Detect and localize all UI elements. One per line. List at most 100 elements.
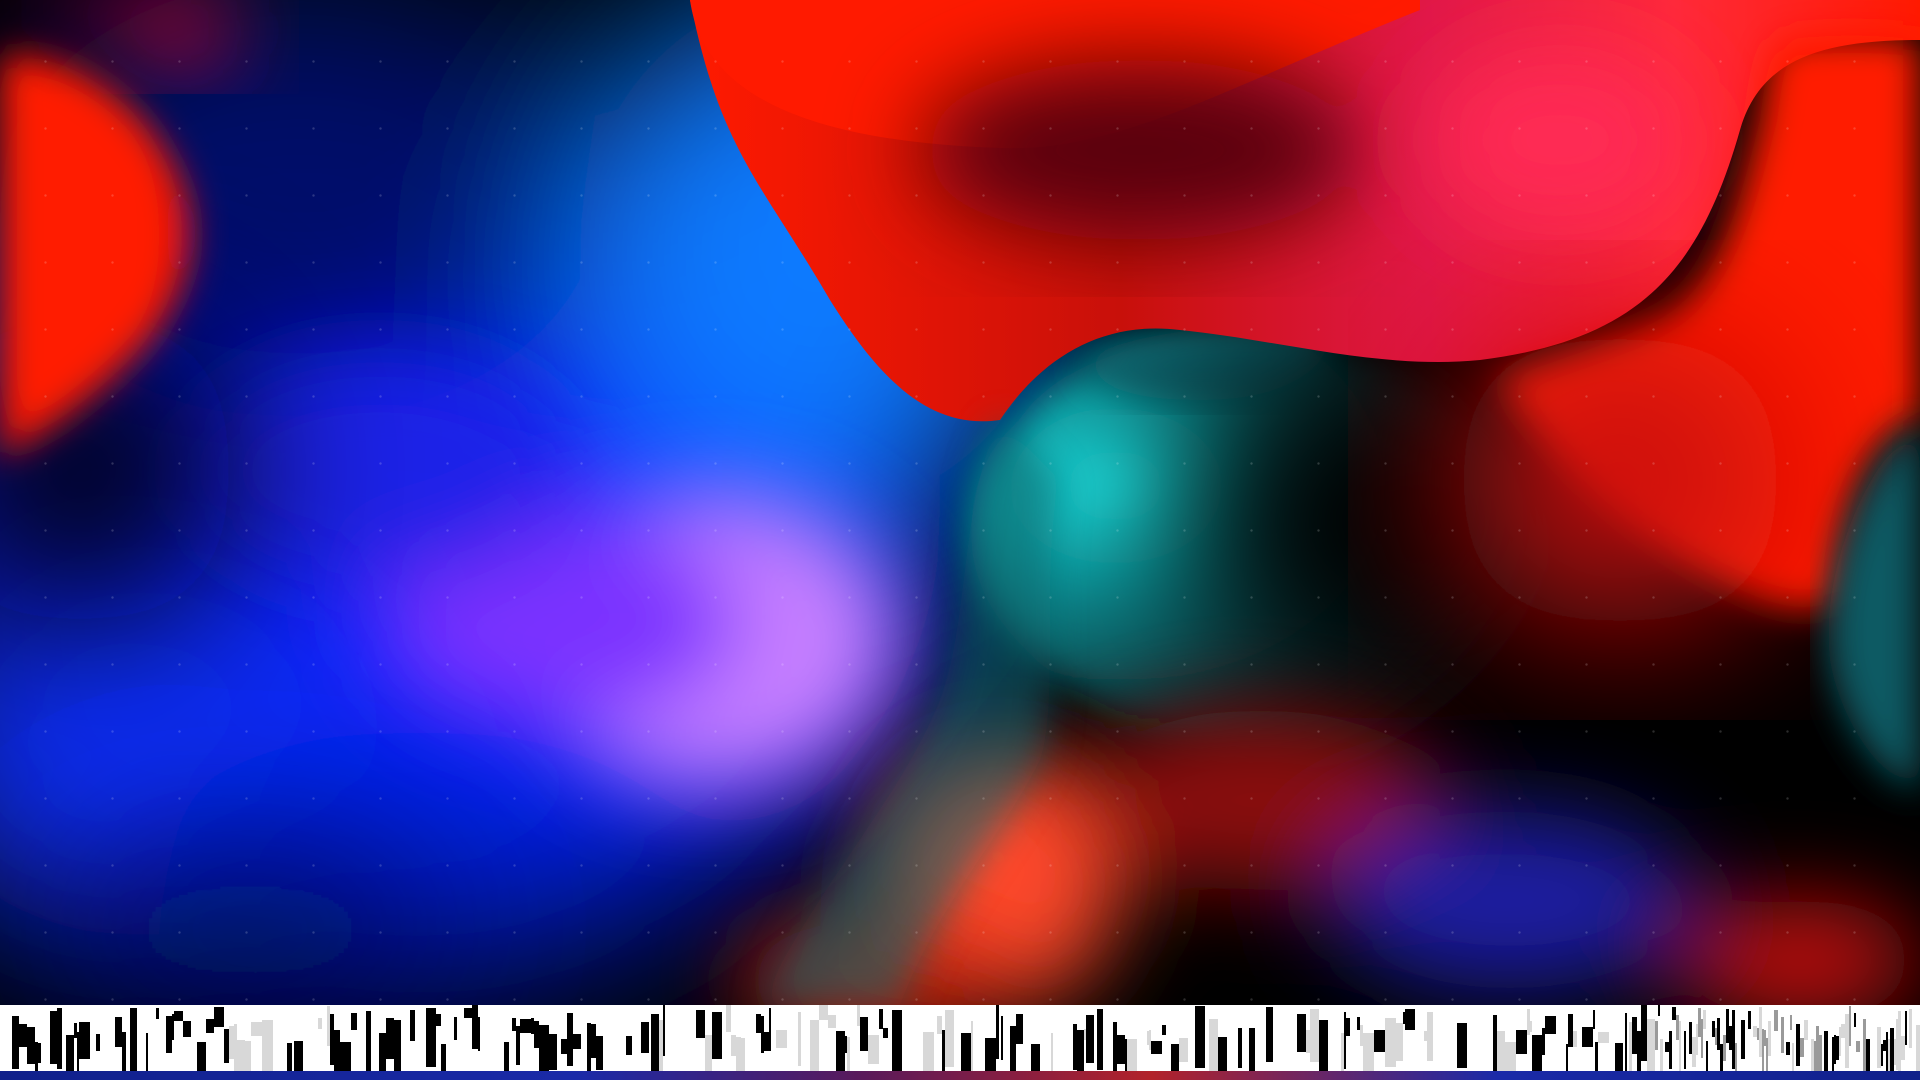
glitch-segment bbox=[1457, 1023, 1467, 1068]
glitch-segment bbox=[1669, 1031, 1672, 1069]
glitch-segment bbox=[386, 1018, 394, 1059]
glitch-segment bbox=[159, 1038, 166, 1056]
glitch-segment bbox=[122, 1032, 126, 1071]
glitch-segment bbox=[539, 1025, 549, 1071]
glitch-segment bbox=[1279, 1024, 1286, 1071]
glitch-segment bbox=[1227, 1034, 1238, 1071]
glitch-segment bbox=[410, 1010, 415, 1041]
glitch-segment bbox=[1137, 1025, 1147, 1071]
glitch-segment bbox=[679, 1015, 686, 1051]
glitch-segment bbox=[1708, 1044, 1712, 1071]
glitch-segment bbox=[197, 1042, 206, 1071]
glitch-segment bbox=[819, 1005, 828, 1020]
glitch-segment bbox=[603, 1008, 612, 1071]
glitch-segment bbox=[130, 1008, 137, 1071]
glitch-segment bbox=[520, 1019, 531, 1033]
glitch-segment bbox=[596, 1036, 603, 1070]
glitch-segment bbox=[726, 1005, 731, 1032]
glitch-segment bbox=[351, 1013, 357, 1030]
glitch-segment bbox=[776, 1030, 787, 1048]
glitch-segment bbox=[1062, 1021, 1073, 1061]
glitch-segment bbox=[19, 1024, 27, 1047]
glitch-segment bbox=[1615, 1043, 1623, 1071]
glitch-segment bbox=[1171, 1044, 1179, 1071]
glitch-segment bbox=[504, 1042, 509, 1071]
glitch-segment bbox=[206, 1019, 214, 1033]
desktop-wallpaper bbox=[0, 0, 1920, 1005]
glitch-segment bbox=[945, 1010, 954, 1067]
glitch-segment bbox=[1505, 1042, 1516, 1071]
glitch-segment bbox=[1310, 1009, 1319, 1062]
glitch-segment bbox=[1209, 1019, 1218, 1071]
glitch-segment bbox=[251, 1022, 262, 1036]
glitch-segment bbox=[1582, 1027, 1593, 1047]
glitch-segment bbox=[27, 1027, 35, 1064]
glitch-segment bbox=[696, 1010, 705, 1038]
glitch-segment bbox=[415, 1041, 426, 1071]
glitch-segment bbox=[1385, 1018, 1396, 1067]
glitch-segment bbox=[1195, 1006, 1205, 1068]
glitch-segment bbox=[1003, 1006, 1010, 1058]
glitch-segment bbox=[379, 1033, 386, 1071]
glitch-segment bbox=[1595, 1042, 1598, 1071]
glitch-segment bbox=[1655, 1021, 1658, 1050]
glitch-segment bbox=[904, 1041, 911, 1060]
glitch-segment bbox=[961, 1033, 971, 1071]
glitch-segment bbox=[985, 1038, 996, 1071]
glitch-segment bbox=[1127, 1039, 1137, 1071]
glitch-segment bbox=[436, 1014, 441, 1026]
glitch-segment bbox=[401, 1026, 410, 1070]
glitch-segment bbox=[1374, 1030, 1385, 1052]
glitch-segment bbox=[1786, 1042, 1790, 1055]
glitch-segment bbox=[509, 1033, 512, 1043]
glitch-segment bbox=[1532, 1035, 1542, 1071]
bottom-color-line bbox=[0, 1071, 1920, 1080]
glitch-segment bbox=[914, 1034, 923, 1059]
glitch-segment bbox=[322, 1027, 324, 1071]
glitch-segment bbox=[1117, 1035, 1125, 1064]
glitch-segment bbox=[1444, 1033, 1455, 1071]
glitch-segment bbox=[892, 1010, 902, 1071]
glitch-segment bbox=[1188, 1043, 1195, 1071]
glitch-segment bbox=[1179, 1038, 1188, 1062]
glitch-segment bbox=[1467, 1037, 1476, 1066]
glitch-segment bbox=[712, 1012, 722, 1059]
glitch-segment bbox=[1593, 1010, 1595, 1029]
glitch-segment bbox=[464, 1008, 472, 1018]
glitch-segment bbox=[1658, 1005, 1660, 1016]
glitch-segment bbox=[490, 1041, 499, 1052]
glitch-segment bbox=[394, 1020, 401, 1071]
glitch-segment bbox=[1774, 1010, 1778, 1031]
glitch-segment bbox=[1516, 1030, 1527, 1054]
glitch-segment bbox=[1363, 1033, 1374, 1071]
glitch-segment bbox=[1040, 1033, 1051, 1071]
glitch-segment bbox=[1476, 1033, 1484, 1043]
glitch-segment bbox=[836, 1031, 845, 1071]
glitch-segment bbox=[1332, 1038, 1338, 1071]
glitch-segment bbox=[308, 1011, 318, 1048]
glitch-segment bbox=[115, 1017, 122, 1047]
glitch-segment bbox=[1255, 1023, 1266, 1041]
glitch-segment bbox=[688, 1040, 696, 1071]
glitch-segment bbox=[441, 1044, 446, 1071]
glitch-segment bbox=[973, 1022, 979, 1041]
glitch-segment bbox=[1266, 1007, 1273, 1062]
glitch-segment bbox=[573, 1034, 581, 1049]
glitch-segment bbox=[426, 1008, 436, 1067]
glitch-segment bbox=[1103, 1036, 1113, 1071]
glitch-segment bbox=[457, 1013, 464, 1055]
desktop-screen bbox=[0, 0, 1920, 1080]
glitch-segment bbox=[1647, 1019, 1655, 1071]
glitch-segment bbox=[371, 1033, 379, 1058]
glitch-segment bbox=[641, 1022, 649, 1053]
glitch-segment bbox=[104, 1034, 115, 1071]
glitch-segment bbox=[1077, 1030, 1084, 1071]
glitch-segment bbox=[1598, 1032, 1609, 1043]
glitch-segment bbox=[1396, 1023, 1403, 1061]
glitch-segment bbox=[446, 1007, 454, 1042]
glitch-segment bbox=[787, 1024, 798, 1037]
glitch-segment bbox=[665, 1005, 675, 1025]
glitch-segment bbox=[357, 1043, 366, 1068]
glitch-segment bbox=[1790, 1015, 1792, 1030]
glitch-segment bbox=[148, 1014, 156, 1070]
